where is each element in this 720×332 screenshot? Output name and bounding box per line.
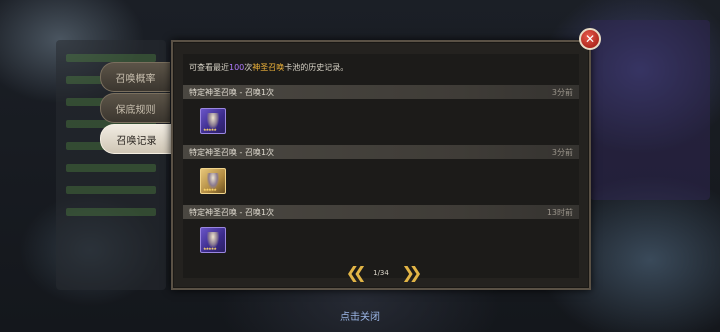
- star-rating: ★★★★★: [203, 187, 217, 192]
- double-chevron-right-icon[interactable]: ❯❯: [399, 265, 422, 281]
- hero-card-icon[interactable]: ★★★★★: [200, 108, 226, 134]
- close-icon: ✕: [584, 32, 596, 46]
- double-chevron-left-icon[interactable]: ❮❮: [343, 265, 367, 281]
- tab-summon-probability[interactable]: 召唤概率: [100, 62, 170, 92]
- tab-label: 召唤记录: [116, 135, 157, 147]
- tap-to-close-label[interactable]: 点击关闭: [0, 308, 720, 323]
- star-rating: ★★★★★: [203, 246, 217, 251]
- tab-label: 保底规则: [115, 104, 156, 116]
- record-header: 特定神圣召唤 - 召唤1次 13时前: [183, 205, 579, 219]
- star-rating: ★★★★★: [203, 127, 217, 132]
- record-title: 特定神圣召唤 - 召唤1次: [189, 207, 275, 217]
- record-title: 特定神圣召唤 - 召唤1次: [189, 147, 275, 157]
- hero-card-icon[interactable]: ★★★★★: [200, 227, 226, 253]
- pagination: ❮❮ 1/34 ❯❯: [171, 263, 591, 283]
- record-header: 特定神圣召唤 - 召唤1次 3分前: [183, 85, 579, 99]
- history-info-text: 可查看最近100次神圣召唤卡池的历史记录。: [189, 63, 349, 72]
- summon-history-dialog: 可查看最近100次神圣召唤卡池的历史记录。 特定神圣召唤 - 召唤1次 3分前 …: [171, 40, 591, 290]
- record-header: 特定神圣召唤 - 召唤1次 3分前: [183, 145, 579, 159]
- tab-summon-history[interactable]: 召唤记录: [100, 124, 172, 154]
- record-time: 13时前: [546, 207, 573, 217]
- record-time: 3分前: [551, 87, 573, 97]
- record-title: 特定神圣召唤 - 召唤1次: [189, 87, 275, 97]
- page-indicator: 1/34: [373, 269, 389, 277]
- tab-pity-rules[interactable]: 保底规则: [100, 93, 170, 123]
- tab-label: 召唤概率: [115, 73, 156, 85]
- close-button[interactable]: ✕: [579, 28, 601, 50]
- background-panel: [590, 20, 710, 200]
- hero-card-icon[interactable]: ★★★★★: [200, 168, 226, 194]
- record-time: 3分前: [551, 147, 573, 157]
